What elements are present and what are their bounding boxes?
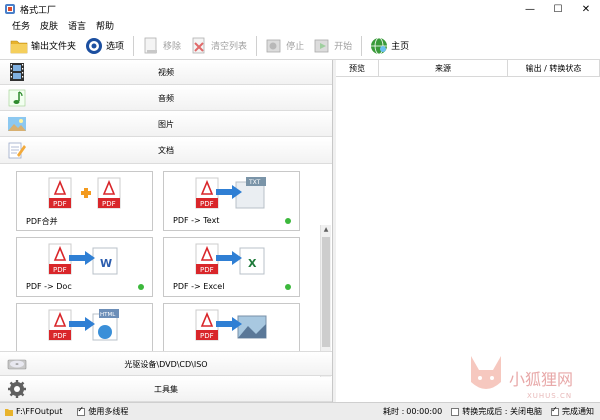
watermark-text: 小狐狸网 (509, 370, 574, 389)
pdf-badge-text: PDF (200, 332, 214, 340)
folder-small-icon (5, 408, 13, 416)
stop-icon (266, 39, 281, 52)
window-title: 格式工厂 (20, 5, 57, 16)
pdf-merge-icon: PDF PDF (48, 177, 121, 209)
category-audio-label: 音频 (158, 94, 174, 103)
category-optical[interactable]: 光驱设备\DVD\CD\ISO (0, 351, 332, 376)
pdf-to-image-icon: PDF (195, 309, 267, 341)
pdf-badge-text: PDF (200, 200, 214, 208)
category-tools[interactable]: 工具集 (0, 377, 332, 402)
pdf-to-html-icon: PDF HTML (48, 309, 119, 341)
category-audio[interactable]: 音频 (0, 86, 332, 111)
elapsed-item: 耗时 : 00:00:00 (383, 406, 442, 417)
home-globe-icon (371, 37, 388, 54)
fox-logo-icon (471, 356, 501, 389)
home-label: 主页 (391, 42, 410, 52)
remove-document-icon (144, 37, 158, 53)
menu-language[interactable]: 语言 (63, 19, 91, 32)
category-panel: 视频 音频 图片 文档 PDF PDF PDF合并 PDF TXT PDF ->… (0, 60, 333, 413)
pdf-badge-text: PDF (102, 200, 116, 208)
menu-skin[interactable]: 皮肤 (35, 19, 63, 32)
pdf-badge-text: PDF (200, 266, 214, 274)
category-image[interactable]: 图片 (0, 112, 332, 137)
shutdown-checkbox[interactable] (451, 407, 460, 416)
clear-list-icon (192, 37, 205, 53)
pdf-to-excel-icon: PDF X (195, 243, 265, 275)
output-path-item[interactable]: F:\FFOutput (4, 407, 62, 417)
tile-status-dot (138, 284, 144, 290)
output-path: F:\FFOutput (16, 407, 63, 416)
txt-badge-text: TXT (248, 179, 261, 186)
output-folder-button[interactable]: 输出文件夹 (6, 34, 79, 58)
multithread-label: 使用多线程 (88, 407, 129, 416)
options-button[interactable]: 选项 (81, 34, 127, 58)
close-button[interactable]: ✕ (572, 0, 600, 18)
multithread-option[interactable]: 使用多线程 (74, 405, 129, 417)
pdf-badge-text: PDF (53, 266, 67, 274)
category-optical-label: 光驱设备\DVD\CD\ISO (124, 360, 208, 369)
start-label: 开始 (334, 42, 353, 52)
column-header-output-status[interactable]: 输出 / 转换状态 (508, 60, 600, 77)
output-folder-label: 输出文件夹 (31, 42, 77, 52)
clear-list-label: 清空列表 (211, 42, 248, 52)
menu-help[interactable]: 帮助 (91, 19, 119, 32)
start-button[interactable]: 开始 (309, 34, 355, 58)
column-header-preview[interactable]: 预览 (336, 60, 379, 77)
column-header-source[interactable]: 来源 (379, 60, 508, 77)
pdf-badge-text: PDF (53, 332, 67, 340)
category-video[interactable]: 视频 (0, 60, 332, 85)
tile-pdf-to-text[interactable]: PDF TXT PDF -> Text (163, 171, 300, 231)
tile-pdf-merge-label: PDF合并 (26, 217, 58, 226)
options-label: 选项 (106, 42, 125, 52)
tile-pdf-merge[interactable]: PDF PDF PDF合并 (16, 171, 153, 231)
toolbar: 输出文件夹 选项 移除 清空列表 停止 开始 主页 (0, 32, 600, 60)
elapsed-label: 耗时 : (383, 407, 405, 416)
pdf-badge-text: PDF (53, 200, 67, 208)
watermark-subtext: XUHUS.CN (527, 392, 573, 400)
scrollbar-thumb[interactable] (322, 237, 330, 347)
tile-status-dot (285, 218, 291, 224)
multithread-checkbox[interactable] (77, 405, 86, 416)
toolbar-separator (133, 35, 135, 56)
category-document[interactable]: 文档 (0, 138, 332, 164)
menu-task[interactable]: 任务 (7, 19, 35, 32)
word-badge-text: W (100, 257, 112, 270)
maximize-button[interactable]: ☐ (544, 0, 572, 18)
clear-list-button[interactable]: 清空列表 (186, 34, 250, 58)
pdf-to-text-icon: PDF TXT (195, 177, 266, 209)
html-badge-text: HTML (100, 312, 116, 318)
stop-button[interactable]: 停止 (261, 34, 307, 58)
tile-pdf-to-excel[interactable]: PDF X PDF -> Excel (163, 237, 300, 297)
folder-icon (10, 40, 28, 53)
category-document-label: 文档 (158, 146, 174, 155)
site-watermark: 小狐狸网 XUHUS.CN (465, 352, 597, 414)
tile-status-dot (285, 284, 291, 290)
tile-pdf-to-doc-label: PDF -> Doc (26, 282, 72, 291)
task-list-panel: 预览 来源 输出 / 转换状态 (336, 60, 600, 402)
title-bar: 格式工厂 — ☐ ✕ (0, 0, 600, 18)
category-tools-label: 工具集 (154, 385, 178, 394)
minimize-button[interactable]: — (516, 0, 544, 18)
format-factory-app-icon (5, 4, 15, 14)
window-controls: — ☐ ✕ (516, 0, 600, 18)
tile-pdf-to-excel-label: PDF -> Excel (173, 282, 225, 291)
remove-button[interactable]: 移除 (138, 34, 184, 58)
stop-label: 停止 (286, 42, 305, 52)
toolbar-separator (256, 35, 258, 56)
options-gear-icon (86, 37, 103, 54)
pdf-to-doc-icon: PDF W (48, 243, 118, 275)
category-image-label: 图片 (158, 120, 174, 129)
tile-pdf-to-text-label: PDF -> Text (173, 216, 220, 225)
remove-label: 移除 (163, 42, 182, 52)
menu-bar: 任务 皮肤 语言 帮助 (0, 18, 600, 32)
excel-badge-text: X (248, 257, 257, 270)
scroll-up-arrow-icon[interactable]: ▲ (321, 225, 331, 235)
start-icon (314, 39, 329, 52)
toolbar-separator (361, 35, 363, 56)
tile-pdf-to-doc[interactable]: PDF W PDF -> Doc (16, 237, 153, 297)
elapsed-time: 00:00:00 (406, 407, 443, 416)
category-video-label: 视频 (158, 68, 174, 77)
home-button[interactable]: 主页 (366, 34, 412, 58)
